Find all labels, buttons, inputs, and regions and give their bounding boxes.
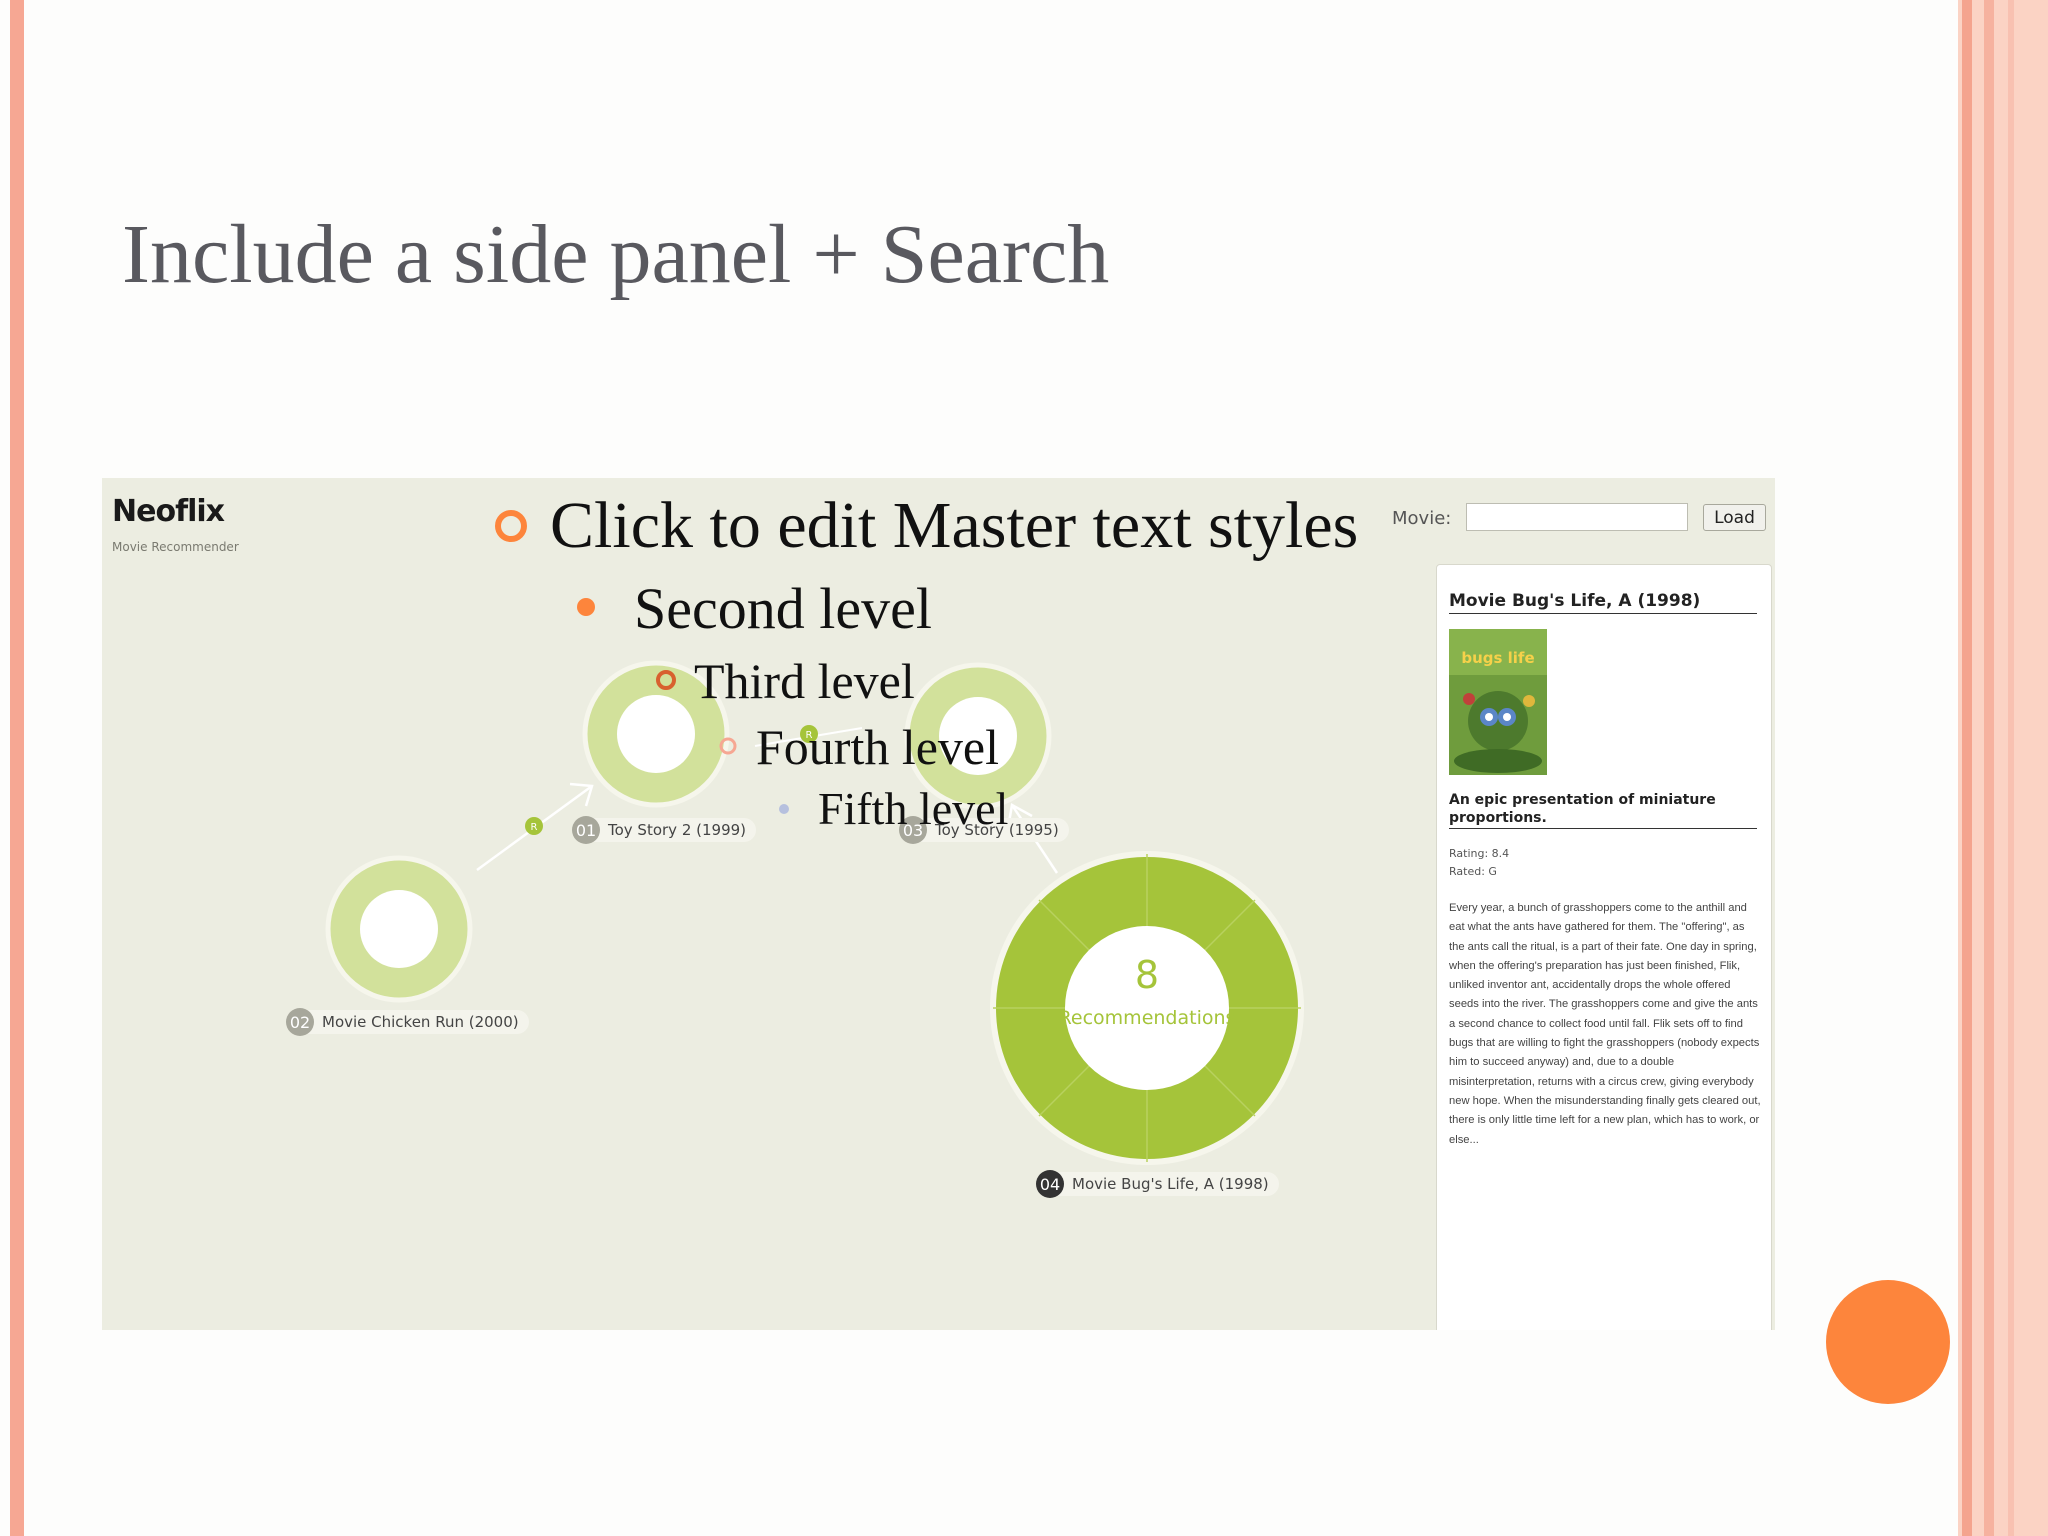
right-decorative-line <box>1962 0 1972 1536</box>
node-title: Movie Bug's Life, A (1998) <box>1072 1175 1269 1193</box>
master-text-level5[interactable]: Fifth level <box>818 782 1008 835</box>
recommendation-label: Recommendations <box>1059 1007 1236 1029</box>
movie-description: Every year, a bunch of grasshoppers come… <box>1449 902 1761 1146</box>
node-label-04[interactable]: 04 Movie Bug's Life, A (1998) <box>1036 1170 1279 1198</box>
svg-text:R: R <box>531 822 538 833</box>
movie-search-input[interactable] <box>1466 503 1688 531</box>
master-text-level4[interactable]: Fourth level <box>756 718 999 776</box>
left-decorative-stripe <box>10 0 24 1536</box>
recommendation-count: 8 <box>1135 953 1159 997</box>
movie-details-panel: Movie Bug's Life, A (1998) bugs life An … <box>1436 564 1772 1330</box>
master-text-level1[interactable]: Click to edit Master text styles <box>550 488 1358 564</box>
load-button[interactable]: Load <box>1703 504 1766 531</box>
node-number-badge: 02 <box>286 1008 314 1036</box>
node-label-01[interactable]: 01 Toy Story 2 (1999) <box>572 816 757 844</box>
app-screenshot: Neoflix Movie Recommender R R 8 Recommen… <box>102 478 1775 1330</box>
node-number-badge: 04 <box>1036 1170 1064 1198</box>
node-title: Toy Story 2 (1999) <box>608 821 747 839</box>
movie-search-label: Movie: <box>1392 508 1452 529</box>
movie-rated: Rated: G <box>1449 865 1497 878</box>
decorative-orange-circle <box>1826 1280 1950 1404</box>
slide-title[interactable]: Include a side panel + Search <box>122 206 1109 303</box>
movie-title: Movie Bug's Life, A (1998) <box>1449 591 1757 614</box>
master-text-level2[interactable]: Second level <box>634 575 932 642</box>
movie-tagline: An epic presentation of miniature propor… <box>1449 791 1757 829</box>
node-title: Movie Chicken Run (2000) <box>322 1013 519 1031</box>
right-decorative-line <box>2008 0 2014 1536</box>
master-text-level3[interactable]: Third level <box>694 652 915 710</box>
right-decorative-line <box>1984 0 1994 1536</box>
movie-rating: Rating: 8.4 <box>1449 847 1510 860</box>
movie-poster: bugs life <box>1449 629 1547 775</box>
node-number-badge: 01 <box>572 816 600 844</box>
node-label-02[interactable]: 02 Movie Chicken Run (2000) <box>286 1008 529 1036</box>
svg-text:bugs life: bugs life <box>1461 649 1534 667</box>
